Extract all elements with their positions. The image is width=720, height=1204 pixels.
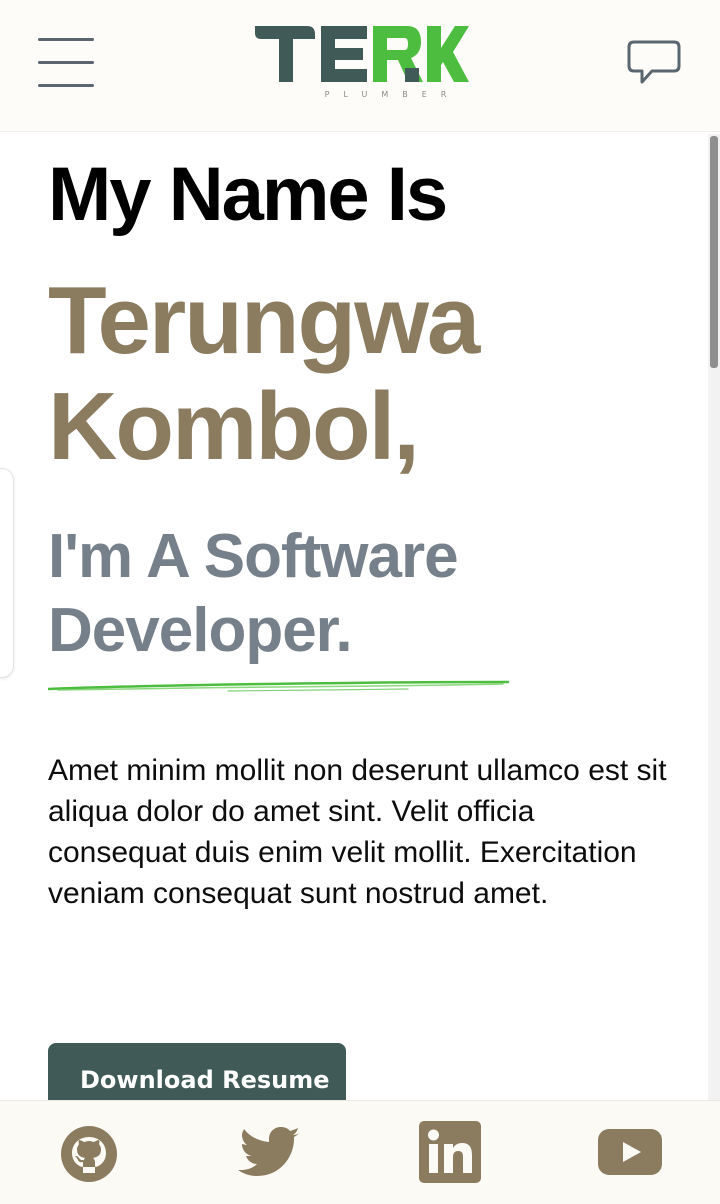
intro-heading: My Name Is xyxy=(48,152,448,237)
scrollbar-thumb[interactable] xyxy=(710,136,718,368)
github-icon[interactable] xyxy=(60,1125,118,1183)
side-drawer-handle[interactable] xyxy=(0,468,14,678)
role-heading: I'm A Software Developer. xyxy=(48,520,688,668)
logo-subtitle: PLUMBER xyxy=(324,90,461,99)
social-footer xyxy=(0,1100,720,1204)
scrollbar[interactable] xyxy=(708,134,720,1100)
hamburger-menu-icon[interactable] xyxy=(38,38,94,88)
bio-paragraph: Amet minim mollit non deserunt ullamco e… xyxy=(48,754,667,910)
name-line-2: Kombol, xyxy=(48,373,420,480)
logo-mark xyxy=(255,26,469,82)
linkedin-icon[interactable] xyxy=(419,1121,481,1183)
chat-bubble-icon[interactable] xyxy=(626,38,682,88)
role-line-2: Developer. xyxy=(48,596,353,665)
name-line-1: Terungwa xyxy=(48,267,480,374)
youtube-icon[interactable] xyxy=(598,1129,662,1175)
twitter-icon[interactable] xyxy=(238,1125,302,1183)
role-line-1: I'm A Software xyxy=(48,522,459,591)
name-heading: Terungwa Kombol, xyxy=(48,268,688,480)
hero-section: My Name Is Terungwa Kombol, I'm A Softwa… xyxy=(48,150,688,914)
brush-underline-decoration xyxy=(48,680,510,692)
header: PLUMBER xyxy=(0,0,720,132)
logo[interactable]: PLUMBER xyxy=(255,24,470,100)
